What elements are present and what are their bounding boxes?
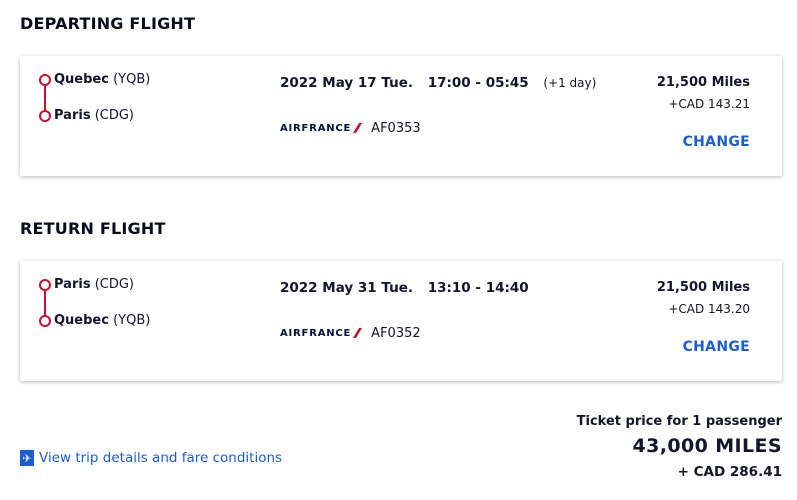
total-miles: 43,000 MILES	[632, 435, 782, 457]
destination-city-code: (CDG)	[94, 108, 135, 123]
origin-city-name: Paris	[54, 277, 91, 292]
return-datetime: 2022 May 31 Tue. 13:10 - 14:40	[280, 280, 529, 296]
return-change-button[interactable]: CHANGE	[683, 339, 750, 355]
flight-number: AF0353	[371, 120, 421, 136]
price-miles: 21,500 Miles	[656, 75, 750, 90]
departing-route: Quebec (YQB) Paris (CDG)	[39, 72, 239, 144]
total-cad: + CAD 286.41	[677, 464, 782, 480]
return-route: Paris (CDG) Quebec (YQB)	[39, 277, 239, 349]
return-section-title: RETURN FLIGHT	[20, 219, 166, 238]
return-airline: AIRFRANCE AF0352	[280, 325, 421, 341]
air-france-wordmark: AIRFRANCE	[280, 122, 352, 134]
return-price: 21,500 Miles +CAD 143.20	[657, 280, 750, 316]
next-day-indicator: (+1 day)	[543, 76, 597, 90]
destination-marker-icon	[39, 315, 51, 327]
origin-marker-icon	[39, 74, 51, 86]
origin-marker-icon	[39, 279, 51, 291]
destination-marker-icon	[39, 110, 51, 122]
trip-details-label: View trip details and fare conditions	[39, 450, 283, 466]
departing-section-title: DEPARTING FLIGHT	[20, 14, 196, 33]
air-france-logo: AIRFRANCE	[280, 123, 363, 134]
trip-details-link[interactable]: ✈ View trip details and fare conditions	[20, 450, 282, 466]
departing-airline: AIRFRANCE AF0353	[280, 120, 421, 136]
plane-document-icon: ✈	[20, 450, 34, 466]
departing-datetime: 2022 May 17 Tue. 17:00 - 05:45 (+1 day)	[280, 75, 596, 91]
price-summary: Ticket price for 1 passenger 43,000 MILE…	[577, 414, 782, 480]
air-france-stripe-icon	[353, 123, 363, 133]
price-cad: +CAD 143.20	[668, 302, 750, 316]
route-line	[44, 291, 46, 317]
air-france-logo: AIRFRANCE	[280, 328, 363, 339]
destination-city: Quebec (YQB)	[54, 313, 150, 328]
flight-time: 13:10 - 14:40	[427, 280, 529, 296]
price-cad: +CAD 143.21	[668, 97, 750, 111]
origin-city: Paris (CDG)	[54, 277, 134, 292]
origin-city-name: Quebec	[54, 72, 109, 87]
ticket-price-label: Ticket price for 1 passenger	[576, 414, 782, 429]
route-line	[44, 86, 46, 112]
destination-city-name: Quebec	[54, 313, 109, 328]
air-france-stripe-icon	[353, 328, 363, 338]
price-miles: 21,500 Miles	[656, 280, 750, 295]
air-france-wordmark: AIRFRANCE	[280, 327, 352, 339]
departing-price: 21,500 Miles +CAD 143.21	[657, 75, 750, 111]
return-flight-card: Paris (CDG) Quebec (YQB) 2022 May 31 Tue…	[20, 261, 782, 381]
departing-flight-card: Quebec (YQB) Paris (CDG) 2022 May 17 Tue…	[20, 56, 782, 176]
departing-change-button[interactable]: CHANGE	[683, 134, 750, 150]
destination-city: Paris (CDG)	[54, 108, 134, 123]
origin-city-code: (YQB)	[113, 72, 151, 87]
flight-number: AF0352	[371, 325, 421, 341]
origin-city-code: (CDG)	[94, 277, 135, 292]
flight-date: 2022 May 31 Tue.	[280, 280, 414, 296]
flight-time: 17:00 - 05:45	[427, 75, 529, 91]
origin-city: Quebec (YQB)	[54, 72, 150, 87]
destination-city-name: Paris	[54, 108, 91, 123]
flight-date: 2022 May 17 Tue.	[280, 75, 414, 91]
destination-city-code: (YQB)	[113, 313, 151, 328]
